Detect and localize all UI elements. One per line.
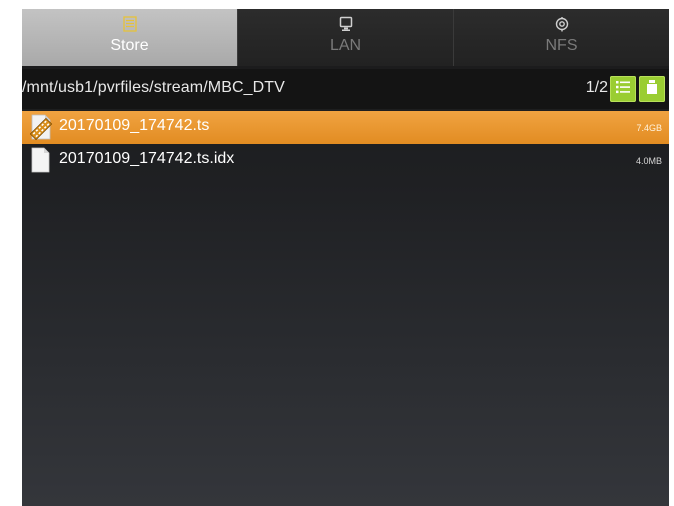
video-file-icon [29, 113, 53, 141]
new-folder-button[interactable] [639, 76, 665, 102]
document-icon [30, 146, 52, 174]
page-indicator: 1/2 [585, 79, 608, 96]
file-size: 4.0MB [635, 156, 662, 166]
file-row[interactable]: 20170109_174742.ts.idx 4.0MB [22, 144, 669, 177]
current-path: /mnt/usb1/pvrfiles/stream/MBC_DTV [22, 79, 285, 96]
tab-nfs-label: NFS [545, 37, 578, 54]
tab-nfs[interactable]: NFS [454, 9, 669, 66]
tab-store-label: Store [110, 37, 149, 54]
new-folder-icon [645, 79, 659, 100]
file-row-selected[interactable]: 20170109_174742.ts 7.4GB [22, 111, 669, 144]
storage-list-icon [122, 15, 137, 33]
list-view-icon [615, 79, 631, 100]
path-bar: /mnt/usb1/pvrfiles/stream/MBC_DTV 1/2 [22, 69, 669, 109]
file-name: 20170109_174742.ts [59, 117, 210, 134]
tab-lan-label: LAN [329, 37, 362, 54]
source-tab-bar: Store LAN NFS [22, 9, 669, 66]
list-view-button[interactable] [610, 76, 636, 102]
network-share-icon [554, 15, 570, 33]
file-size: 7.4GB [636, 123, 662, 133]
tab-store[interactable]: Store [22, 9, 238, 66]
tab-lan[interactable]: LAN [238, 9, 454, 66]
file-list: 20170109_174742.ts 7.4GB 20170109_174742… [22, 111, 669, 177]
file-name: 20170109_174742.ts.idx [59, 150, 235, 167]
file-browser-screen: Store LAN NFS /mnt/usb1/pvrfiles/stream/… [22, 9, 669, 506]
monitor-icon [339, 15, 353, 33]
